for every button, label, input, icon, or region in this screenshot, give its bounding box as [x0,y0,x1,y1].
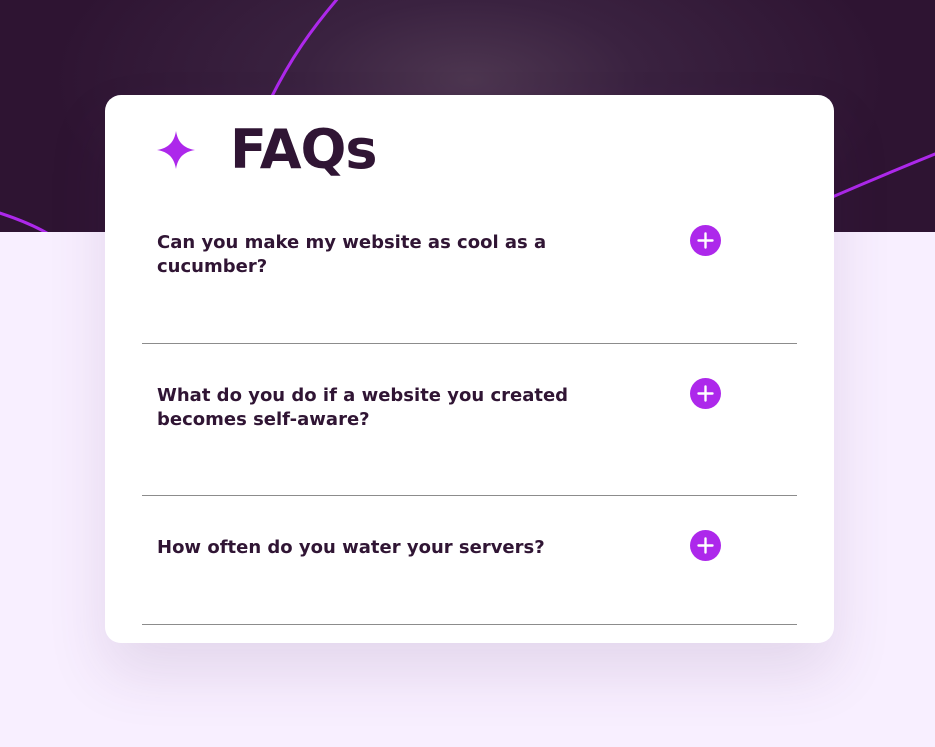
star-icon [157,131,195,169]
faq-question[interactable]: Can you make my website as cool as a cuc… [157,231,657,279]
plus-icon [697,232,714,249]
expand-button[interactable] [690,378,721,409]
expand-button[interactable] [690,225,721,256]
faq-question[interactable]: What do you do if a website you created … [157,384,657,432]
faq-divider [142,495,797,496]
faq-divider [142,343,797,344]
faq-card: FAQs Can you make my website as cool as … [105,95,834,643]
faq-header: FAQs [157,118,378,181]
expand-button[interactable] [690,530,721,561]
faq-question[interactable]: How often do you water your servers? [157,536,657,560]
page-title: FAQs [230,118,378,181]
faq-divider [142,624,797,625]
plus-icon [697,537,714,554]
plus-icon [697,385,714,402]
